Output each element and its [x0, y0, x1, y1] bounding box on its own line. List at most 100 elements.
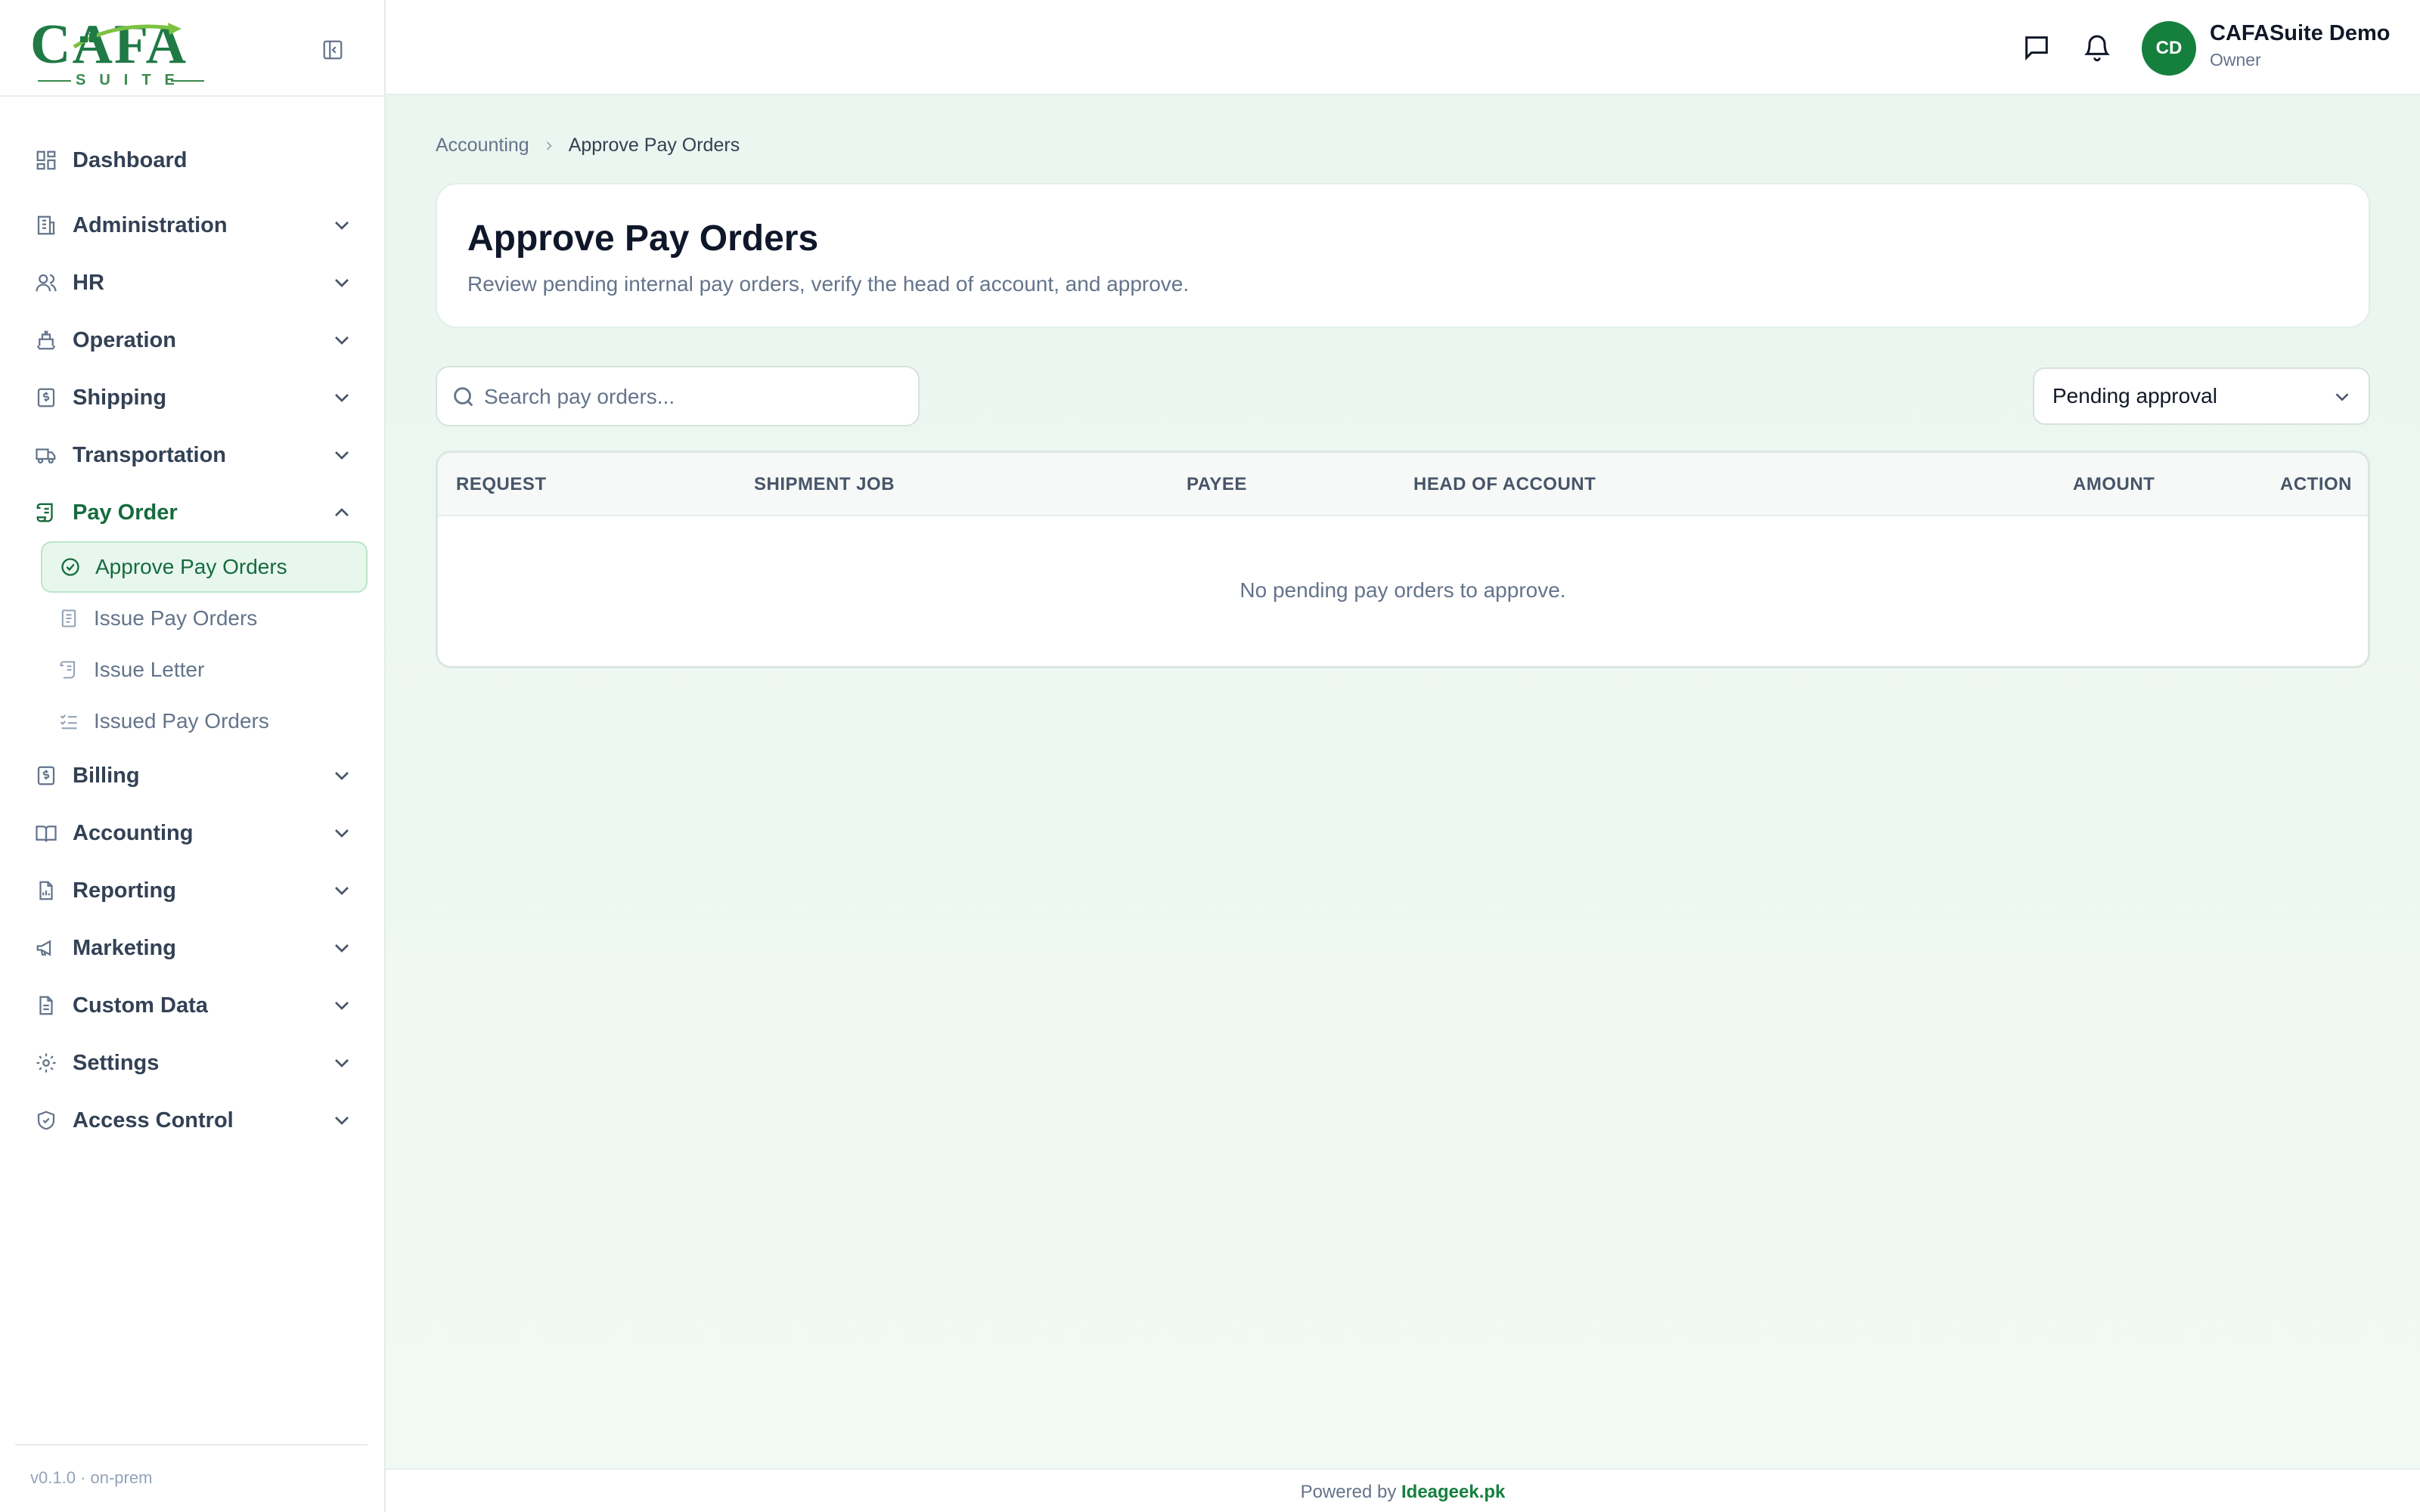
dashboard-icon [33, 147, 59, 173]
sidebar-subitem-issue-letter[interactable]: Issue Letter [41, 644, 368, 696]
breadcrumb-parent[interactable]: Accounting [436, 135, 529, 156]
search-input[interactable] [484, 378, 908, 416]
sidebar-item-accounting[interactable]: Accounting [0, 804, 384, 862]
status-filter-value: Pending approval [2052, 384, 2217, 407]
footer: Powered by Ideageek.pk [386, 1468, 2420, 1512]
chevron-down-icon [335, 829, 349, 838]
sidebar-item-access-control[interactable]: Access Control [0, 1092, 384, 1149]
gear-icon [33, 1050, 59, 1076]
status-filter-select[interactable]: Pending approval [2033, 367, 2370, 425]
chevron-down-icon [335, 336, 349, 345]
sidebar-item-settings[interactable]: Settings [0, 1034, 384, 1092]
sidebar-item-label: Accounting [73, 820, 194, 845]
page-subtitle: Review pending internal pay orders, veri… [467, 272, 1190, 296]
breadcrumb: Accounting Approve Pay Orders [436, 135, 740, 156]
chevron-down-icon [335, 772, 349, 780]
scroll-icon [33, 500, 59, 525]
sidebar-item-administration[interactable]: Administration [0, 197, 384, 254]
sidebar-item-transportation[interactable]: Transportation [0, 426, 384, 484]
table-header: REQUEST SHIPMENT JOB PAYEE HEAD OF ACCOU… [438, 453, 2368, 516]
user-name[interactable]: CAFASuite Demo [2210, 21, 2390, 46]
chevron-down-icon [335, 1059, 349, 1067]
sidebar-item-label: Transportation [73, 442, 227, 467]
search-icon [454, 387, 473, 407]
logo-area: CAFA SUITE [0, 0, 384, 97]
sidebar-item-label: Access Control [73, 1108, 234, 1132]
sidebar-item-reporting[interactable]: Reporting [0, 862, 384, 919]
check-circle-icon [59, 556, 82, 578]
document-icon [57, 607, 80, 630]
chevron-down-icon [335, 279, 349, 287]
sidebar-subitem-issued-pay-orders[interactable]: Issued Pay Orders [41, 696, 368, 747]
dollar-document-icon [33, 763, 59, 789]
page-title: Approve Pay Orders [467, 218, 819, 259]
top-bar: CD CAFASuite Demo Owner [386, 0, 2420, 95]
version-text: v0.1.0 · on-prem [30, 1468, 153, 1487]
sidebar-item-dashboard[interactable]: Dashboard [0, 130, 384, 191]
pay-order-submenu: Approve Pay Orders Issue Pay Orders Issu… [0, 541, 384, 747]
sidebar-item-label: Billing [73, 763, 140, 788]
report-icon [33, 878, 59, 903]
sidebar-subitem-approve-pay-orders[interactable]: Approve Pay Orders [41, 541, 368, 593]
sidebar-subitem-label: Issued Pay Orders [94, 709, 269, 733]
logo-line-right [171, 80, 204, 82]
megaphone-icon [33, 935, 59, 961]
sidebar-subitem-issue-pay-orders[interactable]: Issue Pay Orders [41, 593, 368, 644]
chevron-down-icon [335, 944, 349, 953]
sidebar-item-label: Marketing [73, 935, 176, 960]
breadcrumb-current: Approve Pay Orders [568, 135, 740, 156]
footer-link[interactable]: Ideageek.pk [1401, 1482, 1505, 1502]
scroll-icon [57, 658, 80, 681]
chevron-down-icon [335, 222, 349, 230]
column-header-amount: AMOUNT [2073, 474, 2155, 494]
messages-button[interactable] [2019, 30, 2054, 65]
notifications-button[interactable] [2080, 30, 2114, 65]
logo-line-left [38, 80, 71, 82]
brand-logo[interactable]: CAFA SUITE [30, 17, 204, 88]
list-check-icon [57, 710, 80, 733]
column-header-payee: PAYEE [1187, 474, 1247, 494]
main-content: Accounting Approve Pay Orders Approve Pa… [386, 95, 2420, 1468]
sidebar-item-label: Operation [73, 327, 176, 352]
sidebar-subitem-label: Approve Pay Orders [95, 555, 287, 578]
sidebar-item-shipping[interactable]: Shipping [0, 369, 384, 426]
version-footer: v0.1.0 · on-prem [15, 1444, 368, 1512]
sidebar-item-operation[interactable]: Operation [0, 311, 384, 369]
sidebar-item-custom-data[interactable]: Custom Data [0, 977, 384, 1034]
building-icon [33, 212, 59, 238]
sidebar-item-label: Settings [73, 1050, 160, 1075]
sidebar-item-hr[interactable]: HR [0, 254, 384, 311]
book-icon [33, 820, 59, 846]
chevron-down-icon [335, 887, 349, 895]
sidebar-nav: Dashboard Administration HR Operation Sh… [0, 97, 384, 1149]
ship-icon [33, 327, 59, 353]
sidebar-item-pay-order[interactable]: Pay Order [0, 484, 384, 541]
sidebar-item-label: Administration [73, 212, 228, 237]
pay-orders-table: REQUEST SHIPMENT JOB PAYEE HEAD OF ACCOU… [436, 451, 2370, 668]
shield-icon [33, 1108, 59, 1133]
dollar-document-icon [33, 385, 59, 411]
sidebar-item-label: Custom Data [73, 993, 208, 1018]
chevron-up-icon [335, 508, 349, 516]
sidebar-item-label: HR [73, 270, 104, 295]
chevron-down-icon [335, 1117, 349, 1125]
bell-icon [2084, 35, 2110, 62]
sidebar-item-label: Shipping [73, 385, 167, 410]
truck-icon [33, 442, 59, 468]
collapse-sidebar-button[interactable] [318, 35, 348, 65]
sidebar-item-marketing[interactable]: Marketing [0, 919, 384, 977]
column-header-head-of-account: HEAD OF ACCOUNT [1413, 474, 1596, 494]
footer-prefix: Powered by [1300, 1482, 1397, 1502]
column-header-action: ACTION [2280, 474, 2352, 494]
logo-swoosh-icon [73, 23, 182, 49]
page-header-card: Approve Pay Orders Review pending intern… [436, 183, 2370, 328]
sidebar-subitem-label: Issue Letter [94, 658, 205, 681]
sidebar-item-label: Dashboard [73, 147, 188, 172]
column-header-shipment-job: SHIPMENT JOB [754, 474, 895, 494]
sidebar-item-billing[interactable]: Billing [0, 747, 384, 804]
chevron-down-icon [335, 451, 349, 460]
avatar[interactable]: CD [2142, 21, 2196, 76]
message-square-icon [2025, 36, 2048, 60]
sidebar-item-label: Reporting [73, 878, 176, 903]
chevron-down-icon [335, 1002, 349, 1010]
